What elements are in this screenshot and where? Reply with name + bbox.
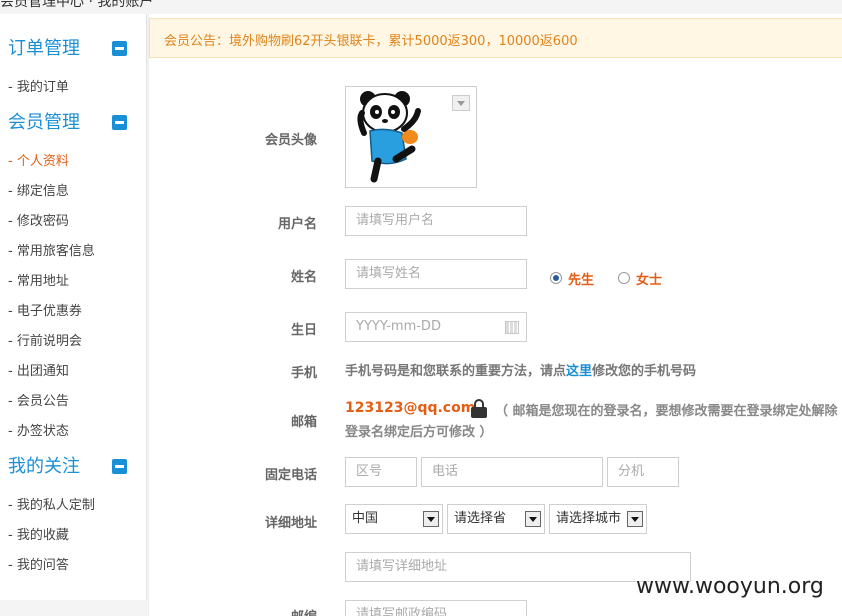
collapse-icon[interactable] [112,115,127,130]
sidebar-item-binding[interactable]: - 绑定信息 [8,183,69,201]
sidebar-item-departure-notice[interactable]: - 出团通知 [8,363,69,381]
section-title: 订单管理 [8,38,80,59]
gender-male-radio[interactable] [550,272,562,284]
sidebar-item-travelers[interactable]: - 常用旅客信息 [8,243,95,261]
watermark: www.wooyun.org [636,574,824,599]
province-value: 请选择省 [454,511,507,526]
email-label: 邮箱 [290,415,317,430]
sidebar-item-announcements[interactable]: - 会员公告 [8,393,69,411]
sidebar-item-questions[interactable]: - 我的问答 [8,557,69,575]
phone-note: 手机号码是和您联系的重要方法，请点这里修改您的手机号码 [345,360,696,379]
sidebar: 订单管理 - 我的订单 会员管理 - 个人资料 - 绑定信息 - 修改密码 - … [0,14,147,600]
birthday-placeholder: YYYY-mm-DD [356,319,441,334]
collapse-icon[interactable] [112,41,127,56]
sidebar-item-addresses[interactable]: - 常用地址 [8,273,69,291]
sidebar-section-orders[interactable]: 订单管理 [8,36,138,62]
phone-note-text: 手机号码是和您联系的重要方法，请点 [345,364,567,379]
sidebar-item-briefing[interactable]: - 行前说明会 [8,333,82,351]
top-bar: 会员管理中心 · 我的账户 [0,0,842,14]
username-label: 用户名 [277,217,317,232]
email-note: （ 邮箱是您现在的登录名，要想修改需要在登录绑定处解除 [495,404,838,419]
gender-male-label[interactable]: 先生 [568,269,594,288]
chevron-down-icon[interactable] [452,95,470,111]
sidebar-item-coupons[interactable]: - 电子优惠券 [8,303,82,321]
city-select[interactable]: 请选择城市 [549,504,647,534]
tel-area-input[interactable]: 区号 [345,457,417,487]
email-value: 123123@qq.com [345,400,476,416]
sidebar-item-favorites[interactable]: - 我的收藏 [8,527,69,545]
birthday-label: 生日 [290,323,317,338]
sidebar-section-follow[interactable]: 我的关注 [8,454,138,480]
sidebar-item-profile[interactable]: - 个人资料 [8,153,69,171]
sidebar-item-visa-status[interactable]: - 办签状态 [8,423,69,441]
lock-icon [471,399,487,418]
name-input[interactable]: 请填写姓名 [345,259,527,289]
profile-panel: 会员公告：境外购物刷62开头银联卡，累计5000返300，10000返600 会… [148,14,842,616]
avatar-picker[interactable] [345,86,477,188]
address-label: 详细地址 [264,516,317,531]
sidebar-item-my-orders[interactable]: - 我的订单 [8,79,69,97]
avatar-label: 会员头像 [264,133,317,148]
postcode-input[interactable]: 请填写邮政编码 [345,600,527,616]
tel-number-input[interactable]: 电话 [421,457,603,487]
tel-ext-input[interactable]: 分机 [607,457,679,487]
birthday-input[interactable]: YYYY-mm-DD [345,312,527,342]
sidebar-item-password[interactable]: - 修改密码 [8,213,69,231]
change-phone-link[interactable]: 这里 [566,364,592,379]
notice-text: 会员公告：境外购物刷62开头银联卡，累计5000返300，10000返600 [164,34,578,49]
chevron-down-icon[interactable] [627,511,643,527]
chevron-down-icon[interactable] [423,511,439,527]
panda-avatar-icon [357,91,421,183]
gender-female-label[interactable]: 女士 [636,269,662,288]
sidebar-section-member[interactable]: 会员管理 [8,110,138,136]
calendar-icon[interactable] [505,321,519,334]
top-bar-text: 会员管理中心 · 我的账户 [0,0,154,10]
collapse-icon[interactable] [112,459,127,474]
country-value: 中国 [352,511,379,526]
email-note-continued: 登录名绑定后方可修改 ） [345,425,493,440]
country-select[interactable]: 中国 [345,504,443,534]
phone-label: 手机 [290,366,317,381]
phone-note-text-end: 修改您的手机号码 [592,364,697,379]
postcode-label: 邮编 [237,606,317,616]
sidebar-item-custom-trips[interactable]: - 我的私人定制 [8,497,95,515]
name-label: 姓名 [290,270,317,285]
gender-female-radio[interactable] [618,272,630,284]
notice-banner: 会员公告：境外购物刷62开头银联卡，累计5000返300，10000返600 [149,18,842,58]
province-select[interactable]: 请选择省 [447,504,545,534]
section-title: 会员管理 [8,112,80,133]
username-input[interactable]: 请填写用户名 [345,206,527,236]
chevron-down-icon[interactable] [525,511,541,527]
tel-label: 固定电话 [264,468,317,483]
city-value: 请选择城市 [556,511,622,526]
section-title: 我的关注 [8,456,80,477]
